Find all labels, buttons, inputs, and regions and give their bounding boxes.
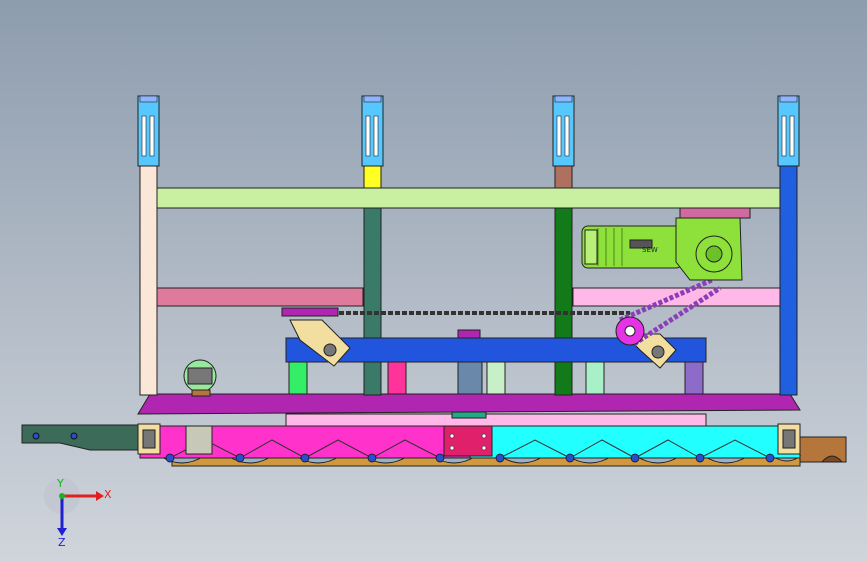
z-axis-label: Z xyxy=(58,536,66,549)
center-post-dark-green xyxy=(554,204,573,396)
center-clamp-top xyxy=(451,411,487,419)
base-pink-strip xyxy=(285,413,707,427)
cad-viewport[interactable]: SEW X Y Z xyxy=(0,0,867,562)
motor-nameplate: SEW xyxy=(642,246,658,254)
right-end-plate xyxy=(799,436,847,463)
post-caps xyxy=(137,95,800,167)
top-beam xyxy=(156,187,781,209)
conveyor-beam-top-tab xyxy=(457,329,481,339)
left-small-motor xyxy=(183,359,217,397)
machine-assembly-model[interactable]: SEW xyxy=(0,0,867,562)
leg-light-green-2 xyxy=(585,361,605,395)
post-spacer-yellow xyxy=(363,165,382,189)
leg-light-green-1 xyxy=(486,361,506,395)
base-frame-cyan xyxy=(469,425,801,459)
left-support-arm xyxy=(21,424,139,451)
middle-beam-left xyxy=(156,287,364,307)
left-arm-bolt xyxy=(32,432,40,440)
y-axis-label: Y xyxy=(57,477,64,490)
corner-foot-right xyxy=(777,423,801,455)
left-base-plate xyxy=(185,425,213,455)
corner-foot-left xyxy=(137,423,161,455)
center-cylinder xyxy=(457,361,483,395)
left-post-cream xyxy=(139,164,158,396)
x-axis-label: X xyxy=(104,488,112,501)
leg-lavender xyxy=(684,361,704,395)
left-arm-bolt xyxy=(70,432,78,440)
y-axis-dot xyxy=(59,493,65,499)
leg-pink xyxy=(387,361,407,395)
leg-green xyxy=(288,361,308,395)
center-clamp-block xyxy=(443,425,493,457)
purple-platform-rail xyxy=(137,393,801,415)
center-post-teal xyxy=(363,204,382,396)
post-spacer-brown xyxy=(554,165,573,189)
right-post-blue xyxy=(779,164,798,396)
gear-motor xyxy=(581,207,751,281)
